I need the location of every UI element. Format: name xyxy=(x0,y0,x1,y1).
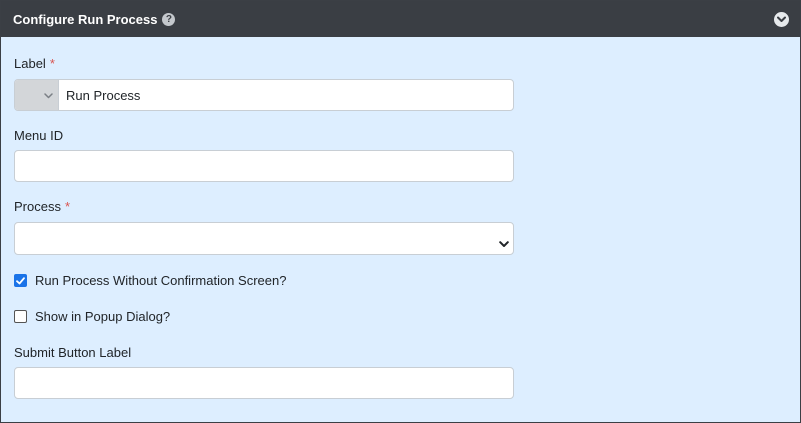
show-in-popup-row: Show in Popup Dialog? xyxy=(14,309,170,324)
label-field-label: Label * xyxy=(14,56,55,71)
configure-run-process-panel: Configure Run Process ? Label* Menu ID P… xyxy=(0,0,801,423)
chevron-down-circle-icon[interactable] xyxy=(774,11,789,27)
process-label: Process * xyxy=(14,199,70,214)
panel-title: Configure Run Process xyxy=(13,11,158,27)
required-marker: * xyxy=(49,56,55,71)
required-marker: * xyxy=(64,199,71,214)
panel-header: Configure Run Process ? xyxy=(1,1,800,37)
label-input-group xyxy=(14,79,514,111)
run-without-confirmation-label: Run Process Without Confirmation Screen? xyxy=(35,273,287,288)
menu-id-label: Menu ID xyxy=(14,128,64,143)
submit-button-label-label: Submit Button Label xyxy=(14,345,132,360)
question-circle-icon[interactable]: ? xyxy=(162,12,176,26)
process-select[interactable] xyxy=(14,222,514,255)
run-without-confirmation-checkbox[interactable] xyxy=(14,274,27,287)
process-title-text: Process xyxy=(14,199,61,214)
show-in-popup-label: Show in Popup Dialog? xyxy=(35,309,171,324)
menu-id-input[interactable] xyxy=(14,150,514,182)
submit-button-label-input[interactable] xyxy=(14,367,514,399)
show-in-popup-checkbox[interactable] xyxy=(14,310,27,323)
icon-picker-button[interactable] xyxy=(15,80,59,110)
label-title-text: Label xyxy=(14,56,46,71)
run-without-confirmation-row: Run Process Without Confirmation Screen? xyxy=(14,273,286,288)
label-input[interactable] xyxy=(59,80,513,110)
chevron-down-icon xyxy=(44,86,53,104)
chevron-down-icon xyxy=(499,235,509,253)
